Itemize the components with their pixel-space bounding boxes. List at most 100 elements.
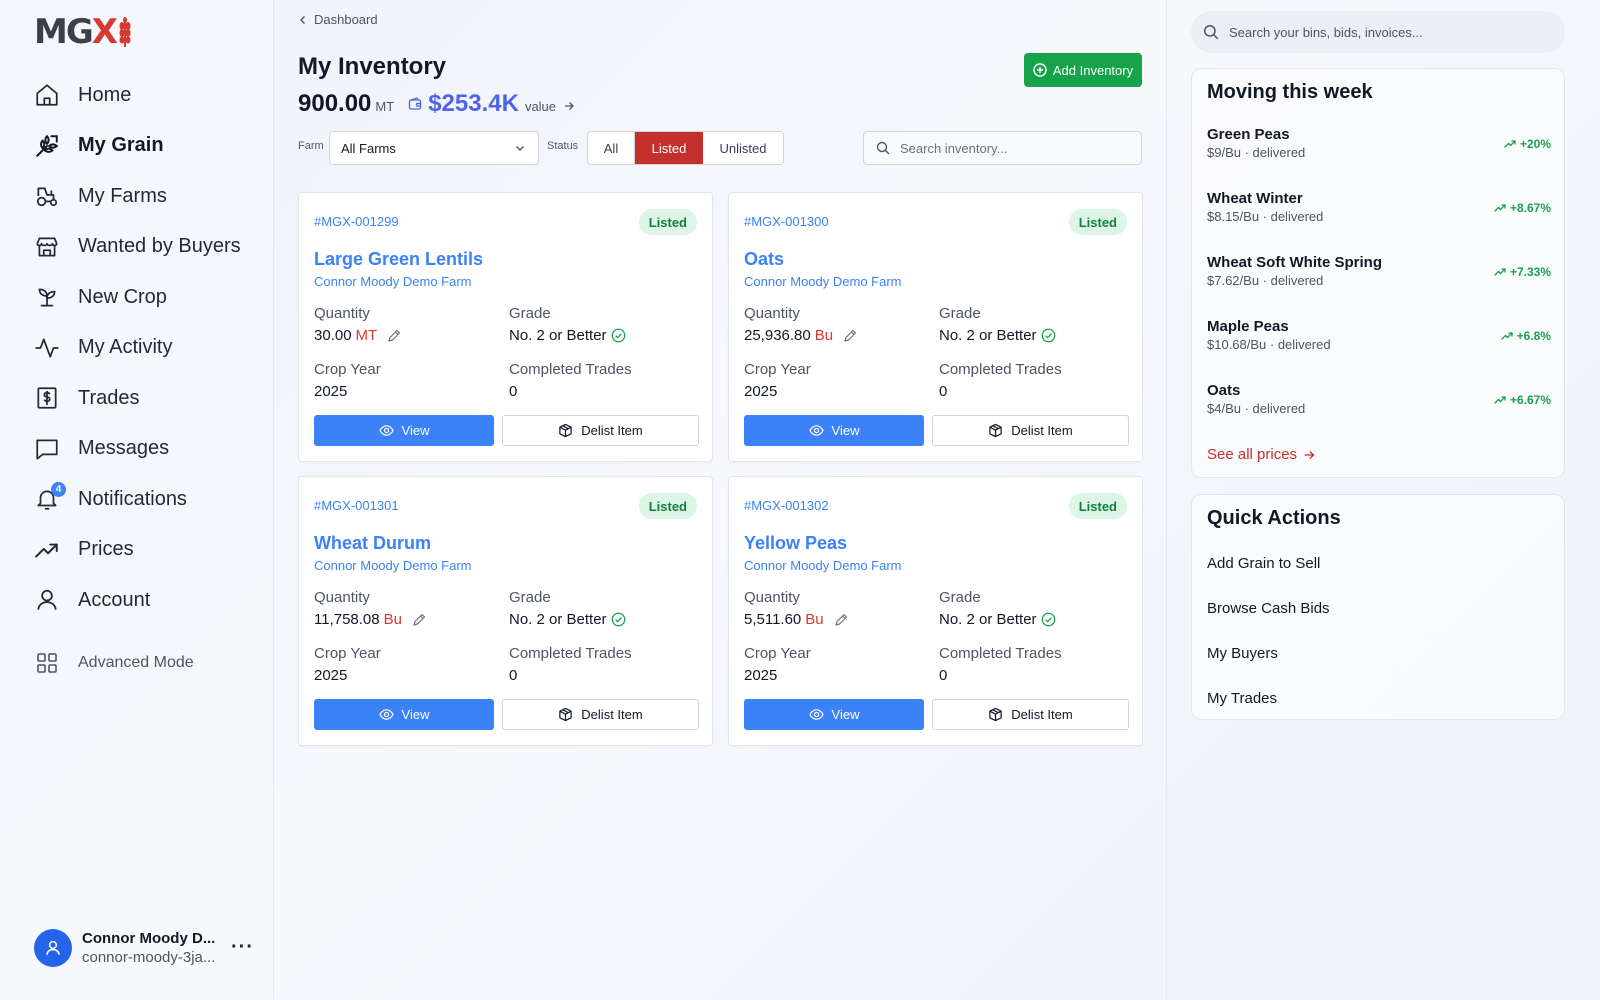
status-option-all[interactable]: All — [588, 132, 635, 164]
search-input[interactable] — [900, 140, 1120, 156]
status-badge: Listed — [1068, 493, 1127, 519]
avatar — [34, 929, 72, 967]
total-unit: MT — [375, 99, 395, 114]
sidebar-item-new-crop[interactable]: New Crop — [34, 272, 264, 323]
delist-item-button[interactable]: Delist Item — [932, 699, 1129, 730]
view-button[interactable]: View — [744, 699, 924, 730]
global-search-input[interactable] — [1229, 24, 1549, 40]
commodity-price: $10.68/Bu · delivered — [1207, 337, 1331, 352]
view-label: View — [831, 423, 860, 438]
farm-name-link[interactable]: Connor Moody Demo Farm — [744, 274, 902, 289]
grade-value: No. 2 or Better — [509, 611, 626, 628]
arrow-right-icon[interactable] — [564, 99, 574, 114]
advanced-mode-label: Advanced Mode — [78, 654, 194, 671]
edit-icon[interactable] — [412, 613, 426, 627]
total-value-label: value — [524, 99, 557, 114]
sidebar-item-trades[interactable]: Trades — [34, 373, 264, 424]
activity-icon — [34, 335, 60, 361]
inventory-summary: 900.00 MT $253.4K value — [298, 90, 574, 118]
quick-action-add-grain[interactable]: Add Grain to Sell — [1207, 555, 1320, 572]
right-panel: Moving this week Green Peas $9/Bu · deli… — [1166, 0, 1600, 1000]
edit-icon[interactable] — [387, 329, 401, 343]
user-icon — [34, 587, 60, 613]
box-icon — [559, 707, 573, 722]
trending-up-icon — [1494, 268, 1506, 276]
completed-trades-value: 0 — [509, 667, 518, 684]
status-option-unlisted[interactable]: Unlisted — [703, 132, 783, 164]
add-inventory-button[interactable]: Add Inventory — [1024, 53, 1142, 87]
crop-year-label: Crop Year — [314, 361, 381, 378]
sidebar-item-my-farms[interactable]: My Farms — [34, 171, 264, 222]
add-inventory-label: Add Inventory — [1052, 62, 1134, 78]
user-handle: connor-moody-3ja... — [82, 949, 216, 966]
see-all-prices-link[interactable]: See all prices — [1207, 446, 1315, 463]
inventory-id: #MGX-001301 — [314, 498, 399, 513]
quantity-unit: Bu — [383, 611, 402, 628]
farm-select[interactable]: All Farms — [329, 131, 539, 165]
price-mover-row[interactable]: Wheat Soft White Spring $7.62/Bu · deliv… — [1207, 254, 1551, 298]
grade-value: No. 2 or Better — [939, 611, 1056, 628]
grade-value: No. 2 or Better — [509, 327, 626, 344]
sidebar-item-wanted-by-buyers[interactable]: Wanted by Buyers — [34, 222, 264, 273]
sidebar-item-my-grain[interactable]: My Grain — [34, 121, 264, 172]
sidebar: MGX Home My Grain My Farms Wanted by Buy… — [0, 0, 274, 1000]
view-label: View — [401, 707, 430, 722]
farm-name-link[interactable]: Connor Moody Demo Farm — [314, 274, 472, 289]
sidebar-item-label: New Crop — [78, 285, 167, 308]
grade-value: No. 2 or Better — [939, 327, 1056, 344]
check-circle-icon — [1041, 328, 1055, 343]
sidebar-item-prices[interactable]: Prices — [34, 525, 264, 576]
sidebar-item-my-activity[interactable]: My Activity — [34, 323, 264, 374]
more-options-icon[interactable]: ··· — [231, 936, 254, 959]
grain-name-link[interactable]: Yellow Peas — [744, 533, 847, 554]
delist-item-button[interactable]: Delist Item — [502, 415, 699, 446]
sidebar-item-account[interactable]: Account — [34, 575, 264, 626]
breadcrumb-label: Dashboard — [314, 12, 378, 27]
sidebar-item-notifications[interactable]: 4 Notifications — [34, 474, 264, 525]
price-change-value: +8.67% — [1509, 201, 1551, 215]
brand-logo[interactable]: MGX — [34, 12, 132, 52]
crop-year-label: Crop Year — [744, 645, 811, 662]
price-mover-row[interactable]: Wheat Winter $8.15/Bu · delivered +8.67% — [1207, 190, 1551, 234]
edit-icon[interactable] — [834, 613, 848, 627]
main-content: Dashboard My Inventory Add Inventory 900… — [274, 0, 1166, 1000]
quantity-number: 30.00 — [314, 327, 352, 344]
price-mover-row[interactable]: Oats $4/Bu · delivered +6.67% — [1207, 382, 1551, 426]
view-label: View — [831, 707, 860, 722]
grain-name-link[interactable]: Large Green Lentils — [314, 249, 483, 270]
farm-name-link[interactable]: Connor Moody Demo Farm — [314, 558, 472, 573]
crop-year-value: 2025 — [744, 667, 778, 684]
quantity-label: Quantity — [744, 589, 800, 606]
box-icon — [989, 707, 1003, 722]
grain-name-link[interactable]: Oats — [744, 249, 784, 270]
status-option-listed[interactable]: Listed — [635, 132, 703, 164]
grain-name-link[interactable]: Wheat Durum — [314, 533, 431, 554]
breadcrumb[interactable]: Dashboard — [298, 12, 378, 27]
sidebar-item-home[interactable]: Home — [34, 70, 264, 121]
quick-action-browse-cash-bids[interactable]: Browse Cash Bids — [1207, 600, 1330, 617]
eye-icon — [808, 425, 824, 436]
delist-item-button[interactable]: Delist Item — [932, 415, 1129, 446]
grade-label: Grade — [509, 589, 551, 606]
trending-up-icon — [1494, 396, 1506, 404]
price-mover-row[interactable]: Green Peas $9/Bu · delivered +20% — [1207, 126, 1551, 170]
farm-name-link[interactable]: Connor Moody Demo Farm — [744, 558, 902, 573]
quick-action-my-buyers[interactable]: My Buyers — [1207, 645, 1278, 662]
check-circle-icon — [1041, 612, 1055, 627]
inventory-id: #MGX-001302 — [744, 498, 829, 513]
wheat-logo-icon — [119, 17, 131, 47]
quick-action-my-trades[interactable]: My Trades — [1207, 690, 1277, 707]
status-badge: Listed — [638, 209, 697, 235]
view-button[interactable]: View — [314, 699, 494, 730]
sprout-icon — [34, 284, 60, 310]
view-button[interactable]: View — [744, 415, 924, 446]
grade-text: No. 2 or Better — [509, 327, 607, 344]
price-mover-row[interactable]: Maple Peas $10.68/Bu · delivered +6.8% — [1207, 318, 1551, 362]
user-profile[interactable]: Connor Moody D... connor-moody-3ja... ··… — [34, 928, 254, 968]
view-button[interactable]: View — [314, 415, 494, 446]
advanced-mode-toggle[interactable]: Advanced Mode — [34, 650, 194, 676]
completed-trades-value: 0 — [509, 383, 518, 400]
delist-item-button[interactable]: Delist Item — [502, 699, 699, 730]
sidebar-item-messages[interactable]: Messages — [34, 424, 264, 475]
edit-icon[interactable] — [843, 329, 857, 343]
